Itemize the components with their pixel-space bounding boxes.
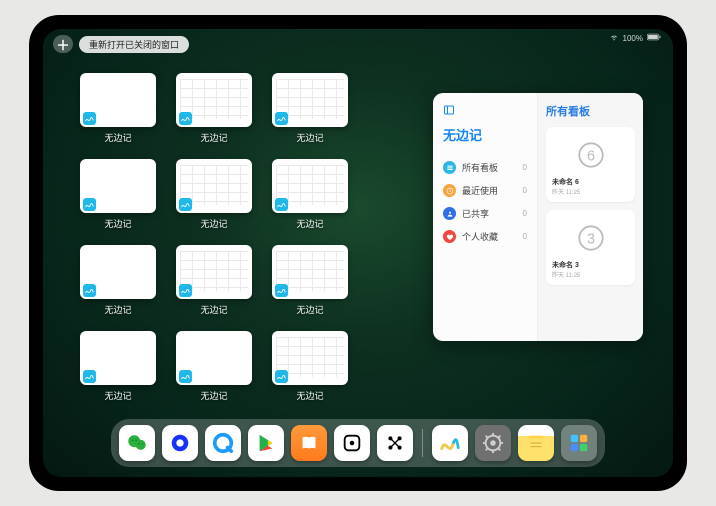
reopen-closed-window-pill[interactable]: 重新打开已关闭的窗口: [79, 36, 189, 53]
settings-icon[interactable]: [475, 425, 511, 461]
panel-right-title: 所有看板: [546, 103, 635, 119]
window-thumb[interactable]: 无边记: [79, 245, 157, 323]
freeform-icon: [179, 370, 192, 383]
freeform-icon: [83, 112, 96, 125]
freeform-icon: [275, 198, 288, 211]
status-bar: 100%: [609, 33, 661, 43]
freeform-panel[interactable]: ••• 无边记 所有看板 0 最近使用 0: [433, 93, 643, 341]
wifi-icon: [609, 33, 619, 43]
books-icon[interactable]: [291, 425, 327, 461]
category-all-boards[interactable]: 所有看板 0: [443, 156, 527, 179]
screen: 100% ＋ 重新打开已关闭的窗口 无边记 无边记 无边记 无边记 无边记 无边…: [43, 29, 673, 477]
freeform-icon: [275, 370, 288, 383]
top-bar: ＋ 重新打开已关闭的窗口: [53, 35, 189, 53]
new-window-button[interactable]: ＋: [53, 35, 73, 53]
notes-icon[interactable]: [518, 425, 554, 461]
play-icon[interactable]: [248, 425, 284, 461]
sidebar-toggle-icon[interactable]: [443, 103, 455, 121]
dots-icon[interactable]: [377, 425, 413, 461]
svg-text:3: 3: [586, 231, 594, 247]
window-thumb[interactable]: 无边记: [79, 159, 157, 237]
category-recents[interactable]: 最近使用 0: [443, 179, 527, 202]
window-thumb[interactable]: 无边记: [271, 73, 349, 151]
freeform-icon: [83, 370, 96, 383]
quark-icon[interactable]: [162, 425, 198, 461]
freeform-app-icon[interactable]: [432, 425, 468, 461]
freeform-icon: [275, 112, 288, 125]
freeform-icon: [179, 284, 192, 297]
category-favorites[interactable]: 个人收藏 0: [443, 225, 527, 248]
freeform-icon: [179, 112, 192, 125]
window-thumb[interactable]: 无边记: [175, 159, 253, 237]
battery-text: 100%: [623, 34, 643, 43]
svg-text:6: 6: [586, 148, 594, 164]
window-thumb[interactable]: 无边记: [175, 245, 253, 323]
panel-sidebar: 无边记 所有看板 0 最近使用 0 已共享 0: [433, 93, 538, 341]
favorites-icon: [443, 230, 456, 243]
all-boards-icon: [443, 161, 456, 174]
board-preview: 3: [552, 216, 629, 260]
panel-content: 所有看板 6 未命名 6 昨天 11:25 3 未命名 3 昨天 11:25: [538, 93, 643, 341]
board-preview: 6: [552, 133, 629, 177]
window-thumb[interactable]: 无边记: [79, 331, 157, 409]
freeform-icon: [179, 198, 192, 211]
window-thumb[interactable]: 无边记: [175, 331, 253, 409]
dock: [111, 419, 605, 467]
recents-icon: [443, 184, 456, 197]
window-thumb[interactable]: 无边记: [271, 159, 349, 237]
window-thumb[interactable]: 无边记: [175, 73, 253, 151]
freeform-icon: [83, 284, 96, 297]
category-shared[interactable]: 已共享 0: [443, 202, 527, 225]
freeform-icon: [83, 198, 96, 211]
freeform-icon: [275, 284, 288, 297]
panel-title: 无边记: [443, 125, 527, 144]
ipad-frame: 100% ＋ 重新打开已关闭的窗口 无边记 无边记 无边记 无边记 无边记 无边…: [29, 15, 687, 491]
window-thumb[interactable]: 无边记: [79, 73, 157, 151]
app-switcher-grid: 无边记 无边记 无边记 无边记 无边记 无边记 无边记 无边记 无边记 无边记 …: [79, 73, 445, 409]
wechat-icon[interactable]: [119, 425, 155, 461]
app-library-icon[interactable]: [561, 425, 597, 461]
shared-icon: [443, 207, 456, 220]
dice-icon[interactable]: [334, 425, 370, 461]
more-icon[interactable]: •••: [622, 93, 639, 97]
battery-icon: [647, 33, 661, 43]
qqbrowser-icon[interactable]: [205, 425, 241, 461]
board-item[interactable]: 3 未命名 3 昨天 11:25: [546, 210, 635, 285]
window-thumb[interactable]: 无边记: [271, 245, 349, 323]
dock-divider: [422, 429, 423, 457]
board-item[interactable]: 6 未命名 6 昨天 11:25: [546, 127, 635, 202]
window-thumb[interactable]: 无边记: [271, 331, 349, 409]
